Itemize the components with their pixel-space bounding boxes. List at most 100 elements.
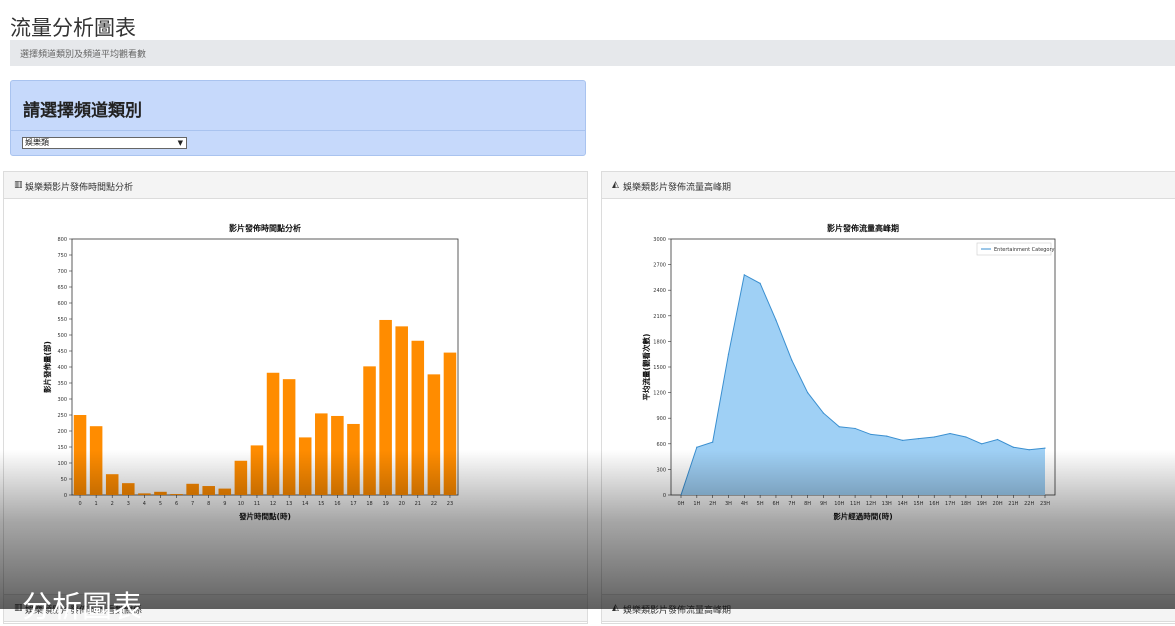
y-tick-label: 200	[57, 429, 67, 435]
x-tick-label: 22	[431, 501, 437, 507]
x-tick-label: 20H	[992, 501, 1002, 507]
x-tick-label: 3	[127, 501, 130, 507]
bar	[315, 413, 328, 495]
bottom-right-card: ◭ 娛樂類影片發佈流量高峰期	[601, 594, 1175, 624]
y-tick-label: 550	[57, 317, 67, 323]
y-tick-label: 700	[57, 269, 67, 275]
y-tick-label: 650	[57, 285, 67, 291]
category-select-panel: 請選擇頻道類別 娛樂類 ▼	[10, 80, 586, 156]
bar	[282, 379, 296, 495]
panel-divider	[11, 130, 585, 131]
x-tick-label: 5	[159, 501, 162, 507]
area-fill	[681, 274, 1045, 495]
x-tick-label: 21H	[1008, 501, 1018, 507]
x-tick-label: 4	[143, 501, 146, 507]
x-tick-label: 2H	[709, 501, 716, 507]
x-tick-label: 16	[334, 501, 340, 507]
data-point	[775, 319, 777, 321]
data-point	[822, 412, 825, 414]
bar	[234, 460, 248, 495]
x-tick-label: 10	[238, 501, 244, 507]
y-tick-label: 350	[57, 381, 67, 387]
x-tick-label: 16H	[929, 501, 939, 507]
bar	[427, 374, 441, 495]
bar-chart: 影片發佈時間點分析0501001502002503003504004505005…	[42, 223, 459, 521]
bar	[443, 352, 457, 495]
x-tick-label: 2	[111, 501, 114, 507]
y-axis-label: 平均流量(觀看次數)	[641, 334, 651, 401]
y-tick-label: 750	[57, 253, 67, 259]
category-select[interactable]: 娛樂類 ▼	[22, 137, 187, 149]
y-tick-label: 3000	[653, 237, 666, 243]
area-chart-icon: ◭	[612, 603, 619, 613]
y-tick-label: 1200	[653, 391, 666, 397]
data-point	[759, 282, 761, 284]
data-point	[727, 353, 730, 355]
bar-chart-card-title: 娛樂類影片發佈時間點分析	[25, 183, 134, 193]
y-tick-label: 900	[656, 416, 666, 422]
y-tick-label: 0	[663, 493, 666, 499]
x-tick-label: 13H	[882, 501, 892, 507]
bar	[89, 426, 103, 495]
x-tick-label: 11	[254, 501, 260, 507]
data-point	[981, 443, 983, 445]
area-chart-icon: ◭	[612, 180, 619, 190]
bottom-right-card-title: 娛樂類影片發佈流量高峰期	[623, 606, 732, 616]
x-tick-label: 9H	[820, 501, 827, 507]
y-axis-label: 影片發佈量(部)	[42, 341, 52, 393]
y-tick-label: 1500	[653, 365, 666, 371]
y-tick-label: 450	[57, 349, 67, 355]
data-point	[933, 436, 935, 438]
bar-chart-card: ▥ 娛樂類影片發佈時間點分析 影片發佈時間點分析 0 50 100 150 200 250 3…	[3, 171, 588, 611]
area-chart-card-header: ◭ 娛樂類影片發佈流量高峰期	[602, 172, 1175, 199]
bar	[154, 491, 167, 495]
y-tick-label: 1800	[653, 339, 666, 345]
bar	[347, 423, 360, 495]
x-tick-label: 6H	[772, 501, 779, 507]
y-tick-label: 300	[57, 397, 67, 403]
x-tick-label: 14	[302, 501, 308, 507]
x-tick-label: 1	[95, 501, 98, 507]
y-tick-label: 150	[57, 445, 67, 451]
bar	[218, 488, 232, 495]
data-point	[949, 432, 951, 435]
chevron-down-icon[interactable]: ▼	[178, 138, 183, 148]
select-heading: 請選擇頻道類別	[23, 101, 142, 121]
data-point	[838, 426, 840, 428]
data-point	[901, 439, 904, 441]
area-chart: 影片發佈流量高峰期 0 300 600 900 1200 1500 1800 2100 2400 2…	[641, 223, 1056, 521]
x-tick-label: 18H	[961, 501, 971, 507]
x-tick-label: 4H	[741, 501, 748, 507]
x-tick-label: 12H	[866, 501, 876, 507]
bar	[411, 340, 425, 495]
bar	[105, 474, 119, 495]
bar	[170, 494, 183, 495]
data-point	[965, 436, 967, 438]
x-tick-label: 7H	[788, 501, 795, 507]
x-tick-label: 23	[447, 501, 453, 507]
bar	[298, 437, 312, 495]
x-tick-label: 20	[399, 501, 405, 507]
bar	[186, 483, 199, 495]
x-tick-label: 19	[382, 501, 388, 507]
bar-chart-icon: ▥	[14, 180, 23, 190]
category-select-value: 娛樂類	[25, 138, 49, 147]
bar-chart-card-header: ▥ 娛樂類影片發佈時間點分析	[4, 172, 587, 199]
x-tick-label: 21	[415, 501, 421, 507]
y-tick-label: 250	[57, 413, 67, 419]
data-point	[696, 446, 698, 448]
y-tick-label: 600	[57, 301, 67, 307]
x-tick-label: 14H	[898, 501, 908, 507]
data-point	[870, 433, 872, 436]
bar	[331, 415, 344, 495]
x-tick-label: 17	[350, 501, 356, 507]
x-tick-label: 0	[78, 501, 81, 507]
x-tick-label: 10H	[834, 501, 844, 507]
breadcrumb-bar: 選擇頻道類別及頻道平均觀看數	[10, 40, 1175, 66]
bar	[395, 326, 408, 495]
x-tick-label: 9	[223, 501, 226, 507]
bar	[122, 483, 135, 495]
x-tick-label: 0H	[678, 501, 685, 507]
y-tick-label: 800	[57, 237, 67, 243]
y-tick-label: 300	[656, 467, 666, 473]
